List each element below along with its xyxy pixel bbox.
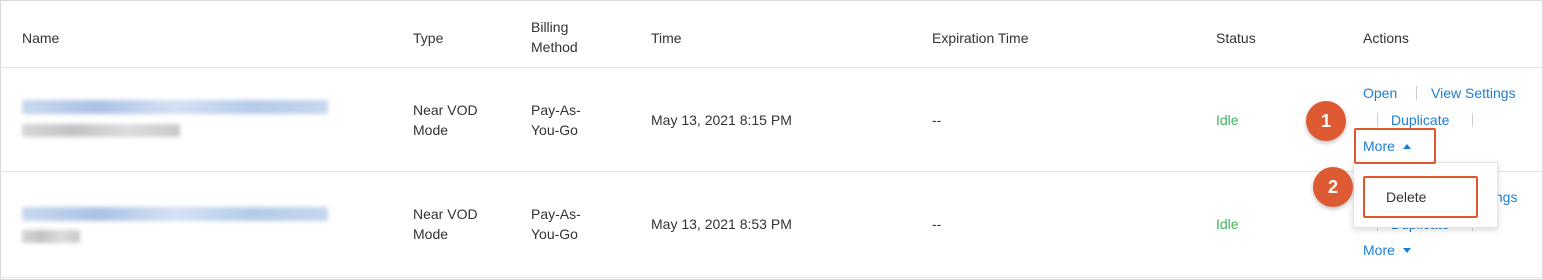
expiration-value: --	[932, 216, 942, 232]
type-value: Near VOD	[413, 102, 478, 118]
billing-value-line2: You-Go	[531, 122, 578, 138]
open-link[interactable]: Open	[1363, 83, 1397, 103]
table-row: Near VOD Mode Pay-As- You-Go May 13, 202…	[0, 172, 1543, 278]
caret-down-icon	[1402, 248, 1411, 253]
delete-highlight-box	[1363, 176, 1478, 218]
action-divider	[1416, 86, 1417, 100]
table-header: Name Type Billing Method Time Expiration…	[0, 0, 1543, 68]
header-expiration-time[interactable]: Expiration Time	[932, 28, 1028, 48]
billing-value: Pay-As-	[531, 102, 581, 118]
header-time[interactable]: Time	[651, 28, 682, 48]
header-type[interactable]: Type	[413, 28, 443, 48]
header-billing-method[interactable]: Billing Method	[531, 17, 578, 57]
type-value-line2: Mode	[413, 122, 449, 138]
blurred-name	[22, 207, 328, 221]
header-actions: Actions	[1363, 30, 1409, 46]
step-2-badge: 2	[1313, 167, 1353, 207]
duplicate-link[interactable]: Duplicate	[1391, 110, 1449, 130]
header-status[interactable]: Status	[1216, 28, 1256, 48]
type-value-line2: Mode	[413, 226, 449, 242]
status-badge: Idle	[1216, 216, 1239, 232]
more-highlight-box	[1354, 128, 1436, 164]
billing-value: Pay-As-	[531, 206, 581, 222]
time-value: May 13, 2021 8:53 PM	[651, 216, 792, 232]
blurred-id	[22, 230, 80, 243]
billing-value-line2: You-Go	[531, 226, 578, 242]
blurred-name	[22, 100, 328, 114]
type-value: Near VOD	[413, 206, 478, 222]
expiration-value: --	[932, 112, 942, 128]
header-name[interactable]: Name	[22, 28, 59, 48]
step-1-badge: 1	[1306, 101, 1346, 141]
action-divider	[1377, 113, 1378, 127]
status-badge: Idle	[1216, 112, 1239, 128]
more-label: More	[1363, 242, 1395, 258]
time-value: May 13, 2021 8:15 PM	[651, 112, 792, 128]
more-dropdown-button[interactable]: More	[1363, 240, 1411, 260]
view-settings-link[interactable]: View Settings	[1431, 83, 1516, 103]
blurred-id	[22, 124, 180, 137]
action-divider	[1472, 113, 1473, 127]
